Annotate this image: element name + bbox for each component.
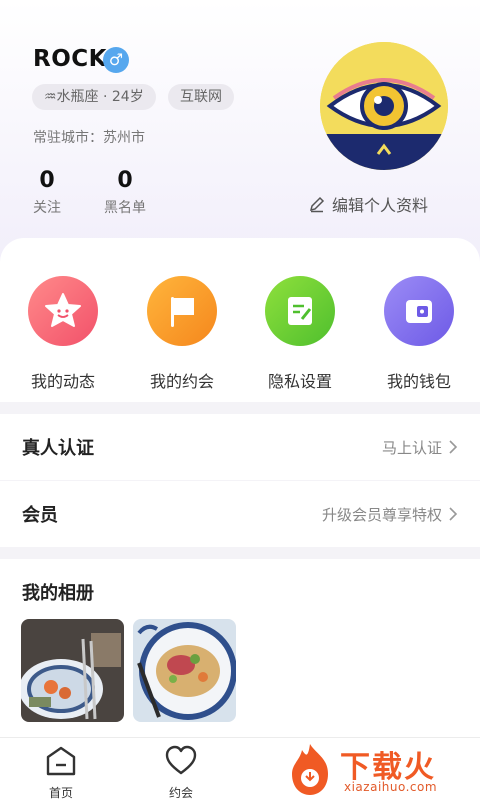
feature-grid: 我的动态 我的约会 隐私设置 我的钱包 [0,238,480,402]
resident-city: 常驻城市：苏州市 [33,130,145,146]
avatar[interactable] [320,42,448,170]
following-stat[interactable]: 0 关注 [26,168,68,217]
following-count: 0 [39,168,55,193]
privacy-settings-label: 隐私设置 [267,372,332,391]
verify-now-link[interactable]: 马上认证 [382,437,458,458]
wallet-icon [384,276,454,346]
album-section: 我的相册 [0,559,480,737]
industry-tag: 互联网 [168,84,234,110]
following-label: 关注 [33,200,61,216]
album-photo[interactable] [21,619,124,722]
my-dates-button[interactable]: 我的约会 [127,276,237,392]
my-wallet-label: 我的钱包 [386,372,451,391]
chevron-right-icon [449,440,458,454]
flame-icon [292,744,328,795]
tab-home[interactable]: 首页 [26,744,96,800]
blacklist-stat[interactable]: 0 黑名单 [98,168,152,217]
document-edit-icon [265,276,335,346]
tab-dates-label: 约会 [168,786,193,800]
flag-icon [147,276,217,346]
zodiac-age-tag: ♒水瓶座 · 24岁 [32,84,156,110]
edit-profile-label: 编辑个人资料 [332,196,429,215]
upgrade-membership-link[interactable]: 升级会员尊享特权 [322,504,458,525]
star-face-icon [28,276,98,346]
profile-header: ROCK ♂ ♒水瓶座 · 24岁 互联网 常驻城市：苏州市 0 关注 0 黑名… [0,0,480,270]
edit-profile-button[interactable]: 编辑个人资料 [308,192,428,216]
upgrade-membership-label: 升级会员尊享特权 [321,505,442,524]
privacy-settings-button[interactable]: 隐私设置 [245,276,355,392]
heart-icon [165,745,197,775]
blacklist-count: 0 [117,168,133,193]
watermark-logo: 下载火 xiazaihuo.com [282,740,478,798]
tab-dates[interactable]: 约会 [146,744,216,800]
profile-name: ROCK [33,46,107,72]
pencil-icon [309,196,325,213]
membership-title: 会员 [22,505,58,526]
tab-home-label: 首页 [48,786,73,800]
real-person-verification-row[interactable]: 真人认证 马上认证 [0,414,480,480]
my-wallet-button[interactable]: 我的钱包 [364,276,474,392]
album-photo[interactable] [133,619,236,722]
my-moments-button[interactable]: 我的动态 [8,276,118,392]
chevron-right-icon [449,507,458,521]
verification-title: 真人认证 [22,438,94,459]
home-icon [46,746,76,776]
watermark-url: xiazaihuo.com [344,780,438,794]
my-dates-label: 我的约会 [149,372,214,391]
album-title: 我的相册 [22,583,94,604]
my-moments-label: 我的动态 [30,372,95,391]
verify-now-label: 马上认证 [381,438,442,457]
blacklist-label: 黑名单 [104,200,146,216]
male-gender-icon: ♂ [103,47,129,73]
membership-row[interactable]: 会员 升级会员尊享特权 [0,481,480,547]
